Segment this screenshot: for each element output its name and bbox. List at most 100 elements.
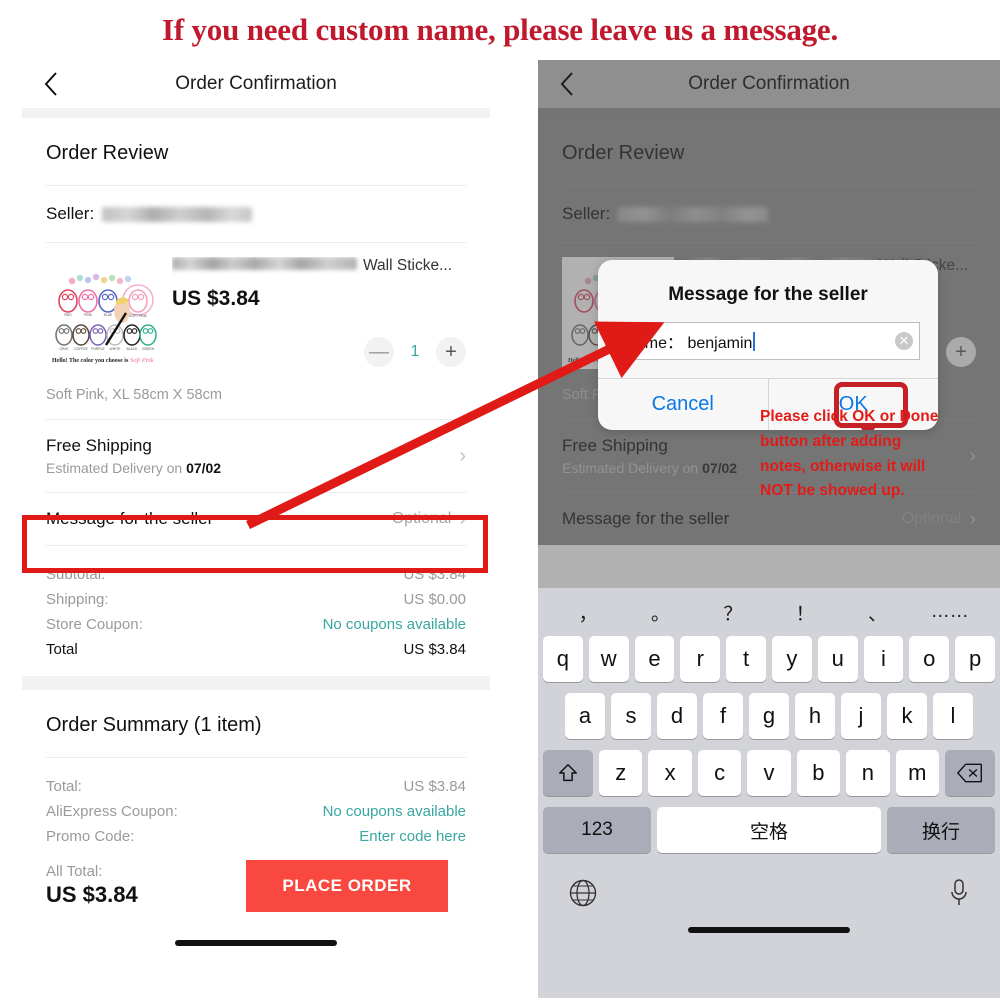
price-breakdown-list: Subtotal: US $3.84 Shipping: US $0.00 St…	[46, 546, 466, 676]
globe-icon[interactable]	[568, 878, 598, 913]
key-i[interactable]: i	[863, 636, 904, 682]
order-total-bar: All Total: US $3.84 PLACE ORDER	[46, 860, 466, 918]
key-m[interactable]: m	[895, 750, 939, 796]
message-for-seller-label: Message for the seller	[562, 509, 730, 528]
quantity-increase-button[interactable]: +	[436, 337, 466, 367]
summary-key: Promo Code:	[46, 828, 135, 845]
punct-key[interactable]: 、	[841, 599, 913, 626]
quantity-value: 1	[410, 343, 420, 360]
shipping-estimate-date: 07/02	[702, 460, 738, 476]
microphone-icon[interactable]	[948, 878, 970, 913]
key-s[interactable]: s	[611, 693, 651, 739]
chevron-right-icon: ›	[459, 508, 466, 530]
key-l[interactable]: l	[933, 693, 973, 739]
store-coupon-link[interactable]: No coupons available	[323, 616, 466, 633]
punct-key[interactable]: 。	[624, 599, 696, 626]
punct-key[interactable]: ？	[697, 599, 769, 626]
backspace-icon[interactable]	[944, 750, 995, 796]
key-o[interactable]: o	[909, 636, 950, 682]
price-key: Shipping:	[46, 591, 109, 608]
page-title: Order Confirmation	[688, 73, 850, 94]
shipping-info: Free Shipping Estimated Delivery on 07/0…	[562, 436, 737, 476]
clear-circle-icon[interactable]: ✕	[895, 332, 913, 350]
quantity-decrease-button[interactable]: —	[364, 337, 394, 367]
key-z[interactable]: z	[599, 750, 643, 796]
summary-line: Promo Code: Enter code here	[46, 824, 466, 849]
key-q[interactable]: q	[543, 636, 583, 682]
product-title: Wall Sticke...	[172, 257, 466, 275]
cancel-button[interactable]: Cancel	[598, 379, 768, 430]
key-b[interactable]: b	[796, 750, 841, 796]
shipping-estimate-date: 07/02	[186, 460, 222, 476]
left-phone-screen: Order Confirmation Order Review Seller:	[22, 60, 490, 998]
back-button[interactable]	[554, 71, 580, 97]
key-d[interactable]: d	[657, 693, 697, 739]
order-summary-heading: Order Summary (1 item)	[46, 714, 262, 736]
text-caret	[753, 331, 756, 351]
home-indicator	[175, 940, 337, 946]
product-row[interactable]: RED PINK BLUE SOFT PINK GRAY COFFEE PURPLE WH…	[46, 243, 466, 375]
key-f[interactable]: f	[703, 693, 743, 739]
quantity-increase-button[interactable]: +	[946, 337, 976, 367]
shipping-estimate-prefix: Estimated Delivery on	[46, 460, 187, 476]
page-title: Order Confirmation	[175, 73, 337, 94]
keyboard-row-2: a s d f g h j k l	[538, 693, 1000, 739]
key-t[interactable]: t	[726, 636, 766, 682]
key-a[interactable]: a	[565, 693, 605, 739]
key-g[interactable]: g	[749, 693, 789, 739]
key-p[interactable]: p	[955, 636, 995, 682]
price-value: US $0.00	[403, 591, 466, 608]
svg-text:Hello! The color you choose is: Hello! The color you choose is	[52, 358, 129, 364]
message-for-seller-row[interactable]: Message for the seller Optional ›	[46, 493, 466, 545]
price-value: US $3.84	[403, 566, 466, 583]
svg-text:PURPLE: PURPLE	[91, 347, 105, 351]
svg-text:GRAY: GRAY	[59, 347, 69, 351]
shipping-row[interactable]: Free Shipping Estimated Delivery on 07/0…	[46, 420, 466, 492]
seller-name-blurred	[618, 206, 769, 222]
key-x[interactable]: x	[648, 750, 692, 796]
key-h[interactable]: h	[795, 693, 835, 739]
place-order-button[interactable]: PLACE ORDER	[246, 860, 448, 912]
keyboard-row-3: z x c v b n m	[538, 750, 1000, 796]
message-input-text[interactable]: name： benjamin	[627, 329, 895, 353]
svg-text:GREEN: GREEN	[142, 347, 155, 351]
aliexpress-coupon-link[interactable]: No coupons available	[323, 803, 466, 820]
instruction-line: Please click OK or Done	[760, 408, 939, 425]
product-price: US $3.84	[172, 287, 260, 310]
keyboard-bottom-bar	[538, 864, 1000, 913]
key-v[interactable]: v	[747, 750, 791, 796]
summary-value: US $3.84	[403, 778, 466, 795]
punct-key[interactable]: ……	[914, 601, 986, 623]
chevron-right-icon: ›	[969, 508, 976, 530]
space-key[interactable]: 空格	[657, 807, 881, 853]
quantity-stepper[interactable]: — 1 +	[364, 337, 466, 367]
key-k[interactable]: k	[887, 693, 927, 739]
shift-up-arrow-icon[interactable]	[543, 750, 594, 796]
punctuation-bar: ， 。 ？ ！ 、 ……	[538, 588, 1000, 636]
price-line-total: Total US $3.84	[46, 637, 466, 662]
key-n[interactable]: n	[846, 750, 890, 796]
price-value: US $3.84	[403, 641, 466, 658]
key-j[interactable]: j	[841, 693, 881, 739]
order-summary-card: Order Summary (1 item) Total: US $3.84 A…	[22, 690, 490, 946]
price-key: Store Coupon:	[46, 616, 143, 633]
on-screen-keyboard: ， 。 ？ ！ 、 …… q w e r t y u i o p a s d f…	[538, 588, 1000, 998]
key-r[interactable]: r	[680, 636, 721, 682]
product-variant: Soft Pink, XL 58cm X 58cm	[46, 387, 222, 403]
key-c[interactable]: c	[697, 750, 742, 796]
key-e[interactable]: e	[634, 636, 675, 682]
shipping-title: Free Shipping	[562, 436, 668, 455]
enter-key[interactable]: 换行	[887, 807, 995, 853]
message-for-seller-value: Optional	[901, 510, 962, 527]
back-button[interactable]	[38, 71, 64, 97]
promo-code-link[interactable]: Enter code here	[359, 828, 466, 845]
punct-key[interactable]: ！	[769, 599, 841, 626]
key-y[interactable]: y	[772, 636, 812, 682]
key-u[interactable]: u	[817, 636, 858, 682]
numbers-key[interactable]: 123	[543, 807, 651, 853]
message-input-field[interactable]: name： benjamin ✕	[616, 322, 920, 360]
section-gap	[22, 676, 490, 690]
punct-key[interactable]: ，	[552, 599, 624, 626]
svg-text:PINK: PINK	[84, 313, 93, 317]
key-w[interactable]: w	[588, 636, 629, 682]
